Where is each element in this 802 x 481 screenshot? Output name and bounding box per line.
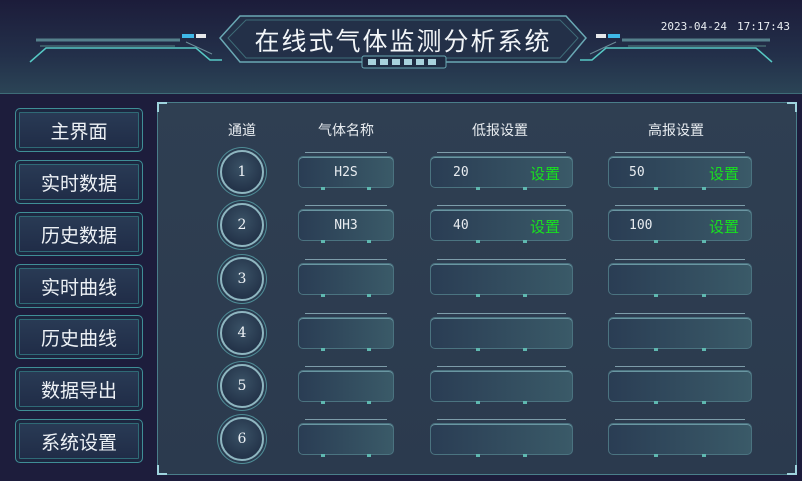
gas-name-value: H2S xyxy=(334,164,358,180)
table-row: 6 xyxy=(0,417,802,461)
channel-badge: 4 xyxy=(220,311,264,355)
low-alarm-field[interactable]: 20 设置 xyxy=(430,152,573,190)
high-alarm-field[interactable] xyxy=(608,259,752,297)
header-channel: 通道 xyxy=(228,123,256,139)
low-alarm-value: 40 xyxy=(453,217,469,233)
gas-name-value: NH3 xyxy=(334,217,358,233)
gas-name-field[interactable] xyxy=(298,366,394,404)
table-row: 1 H2S 20 设置 50 设置 xyxy=(0,150,802,194)
high-alarm-set-button[interactable]: 设置 xyxy=(709,216,739,237)
high-alarm-field[interactable]: 50 设置 xyxy=(608,152,752,190)
low-alarm-field[interactable] xyxy=(430,366,573,404)
low-alarm-value: 20 xyxy=(453,164,469,180)
channel-badge: 6 xyxy=(220,417,264,461)
gas-name-field[interactable]: NH3 xyxy=(298,205,394,243)
low-alarm-field[interactable] xyxy=(430,313,573,351)
gas-name-field[interactable]: H2S xyxy=(298,152,394,190)
gas-name-field[interactable] xyxy=(298,419,394,457)
low-alarm-field[interactable] xyxy=(430,259,573,297)
channel-badge: 3 xyxy=(220,257,264,301)
high-alarm-field[interactable] xyxy=(608,313,752,351)
date-text: 2023-04-24 xyxy=(660,20,728,33)
channel-badge: 5 xyxy=(220,364,264,408)
header-gas-name: 气体名称 xyxy=(318,123,374,139)
low-alarm-field[interactable]: 40 设置 xyxy=(430,205,573,243)
table-row: 3 xyxy=(0,257,802,301)
low-alarm-field[interactable] xyxy=(430,419,573,457)
header-high-alarm: 高报设置 xyxy=(648,123,704,139)
header-bar: 在线式气体监测分析系统 2023-04-24 17:17:43 xyxy=(0,0,802,94)
high-alarm-field[interactable] xyxy=(608,366,752,404)
time-text: 17:17:43 xyxy=(737,20,790,33)
low-alarm-set-button[interactable]: 设置 xyxy=(530,216,560,237)
panel-corner xyxy=(157,102,167,112)
high-alarm-set-button[interactable]: 设置 xyxy=(709,163,739,184)
high-alarm-value: 100 xyxy=(629,217,653,233)
panel-corner xyxy=(787,465,797,475)
table-row: 5 xyxy=(0,364,802,408)
channel-badge: 1 xyxy=(220,150,264,194)
page-title: 在线式气体监测分析系统 xyxy=(254,27,552,56)
panel-corner xyxy=(787,102,797,112)
nav-main-button[interactable]: 主界面 xyxy=(15,108,143,152)
gas-name-field[interactable] xyxy=(298,259,394,297)
high-alarm-field[interactable]: 100 设置 xyxy=(608,205,752,243)
channel-badge: 2 xyxy=(220,203,264,247)
low-alarm-set-button[interactable]: 设置 xyxy=(530,163,560,184)
header-low-alarm: 低报设置 xyxy=(472,123,528,139)
datetime-display: 2023-04-24 17:17:43 xyxy=(661,20,790,33)
gas-name-field[interactable] xyxy=(298,313,394,351)
table-row: 4 xyxy=(0,311,802,355)
high-alarm-field[interactable] xyxy=(608,419,752,457)
high-alarm-value: 50 xyxy=(629,164,645,180)
table-row: 2 NH3 40 设置 100 设置 xyxy=(0,203,802,247)
panel-corner xyxy=(157,465,167,475)
